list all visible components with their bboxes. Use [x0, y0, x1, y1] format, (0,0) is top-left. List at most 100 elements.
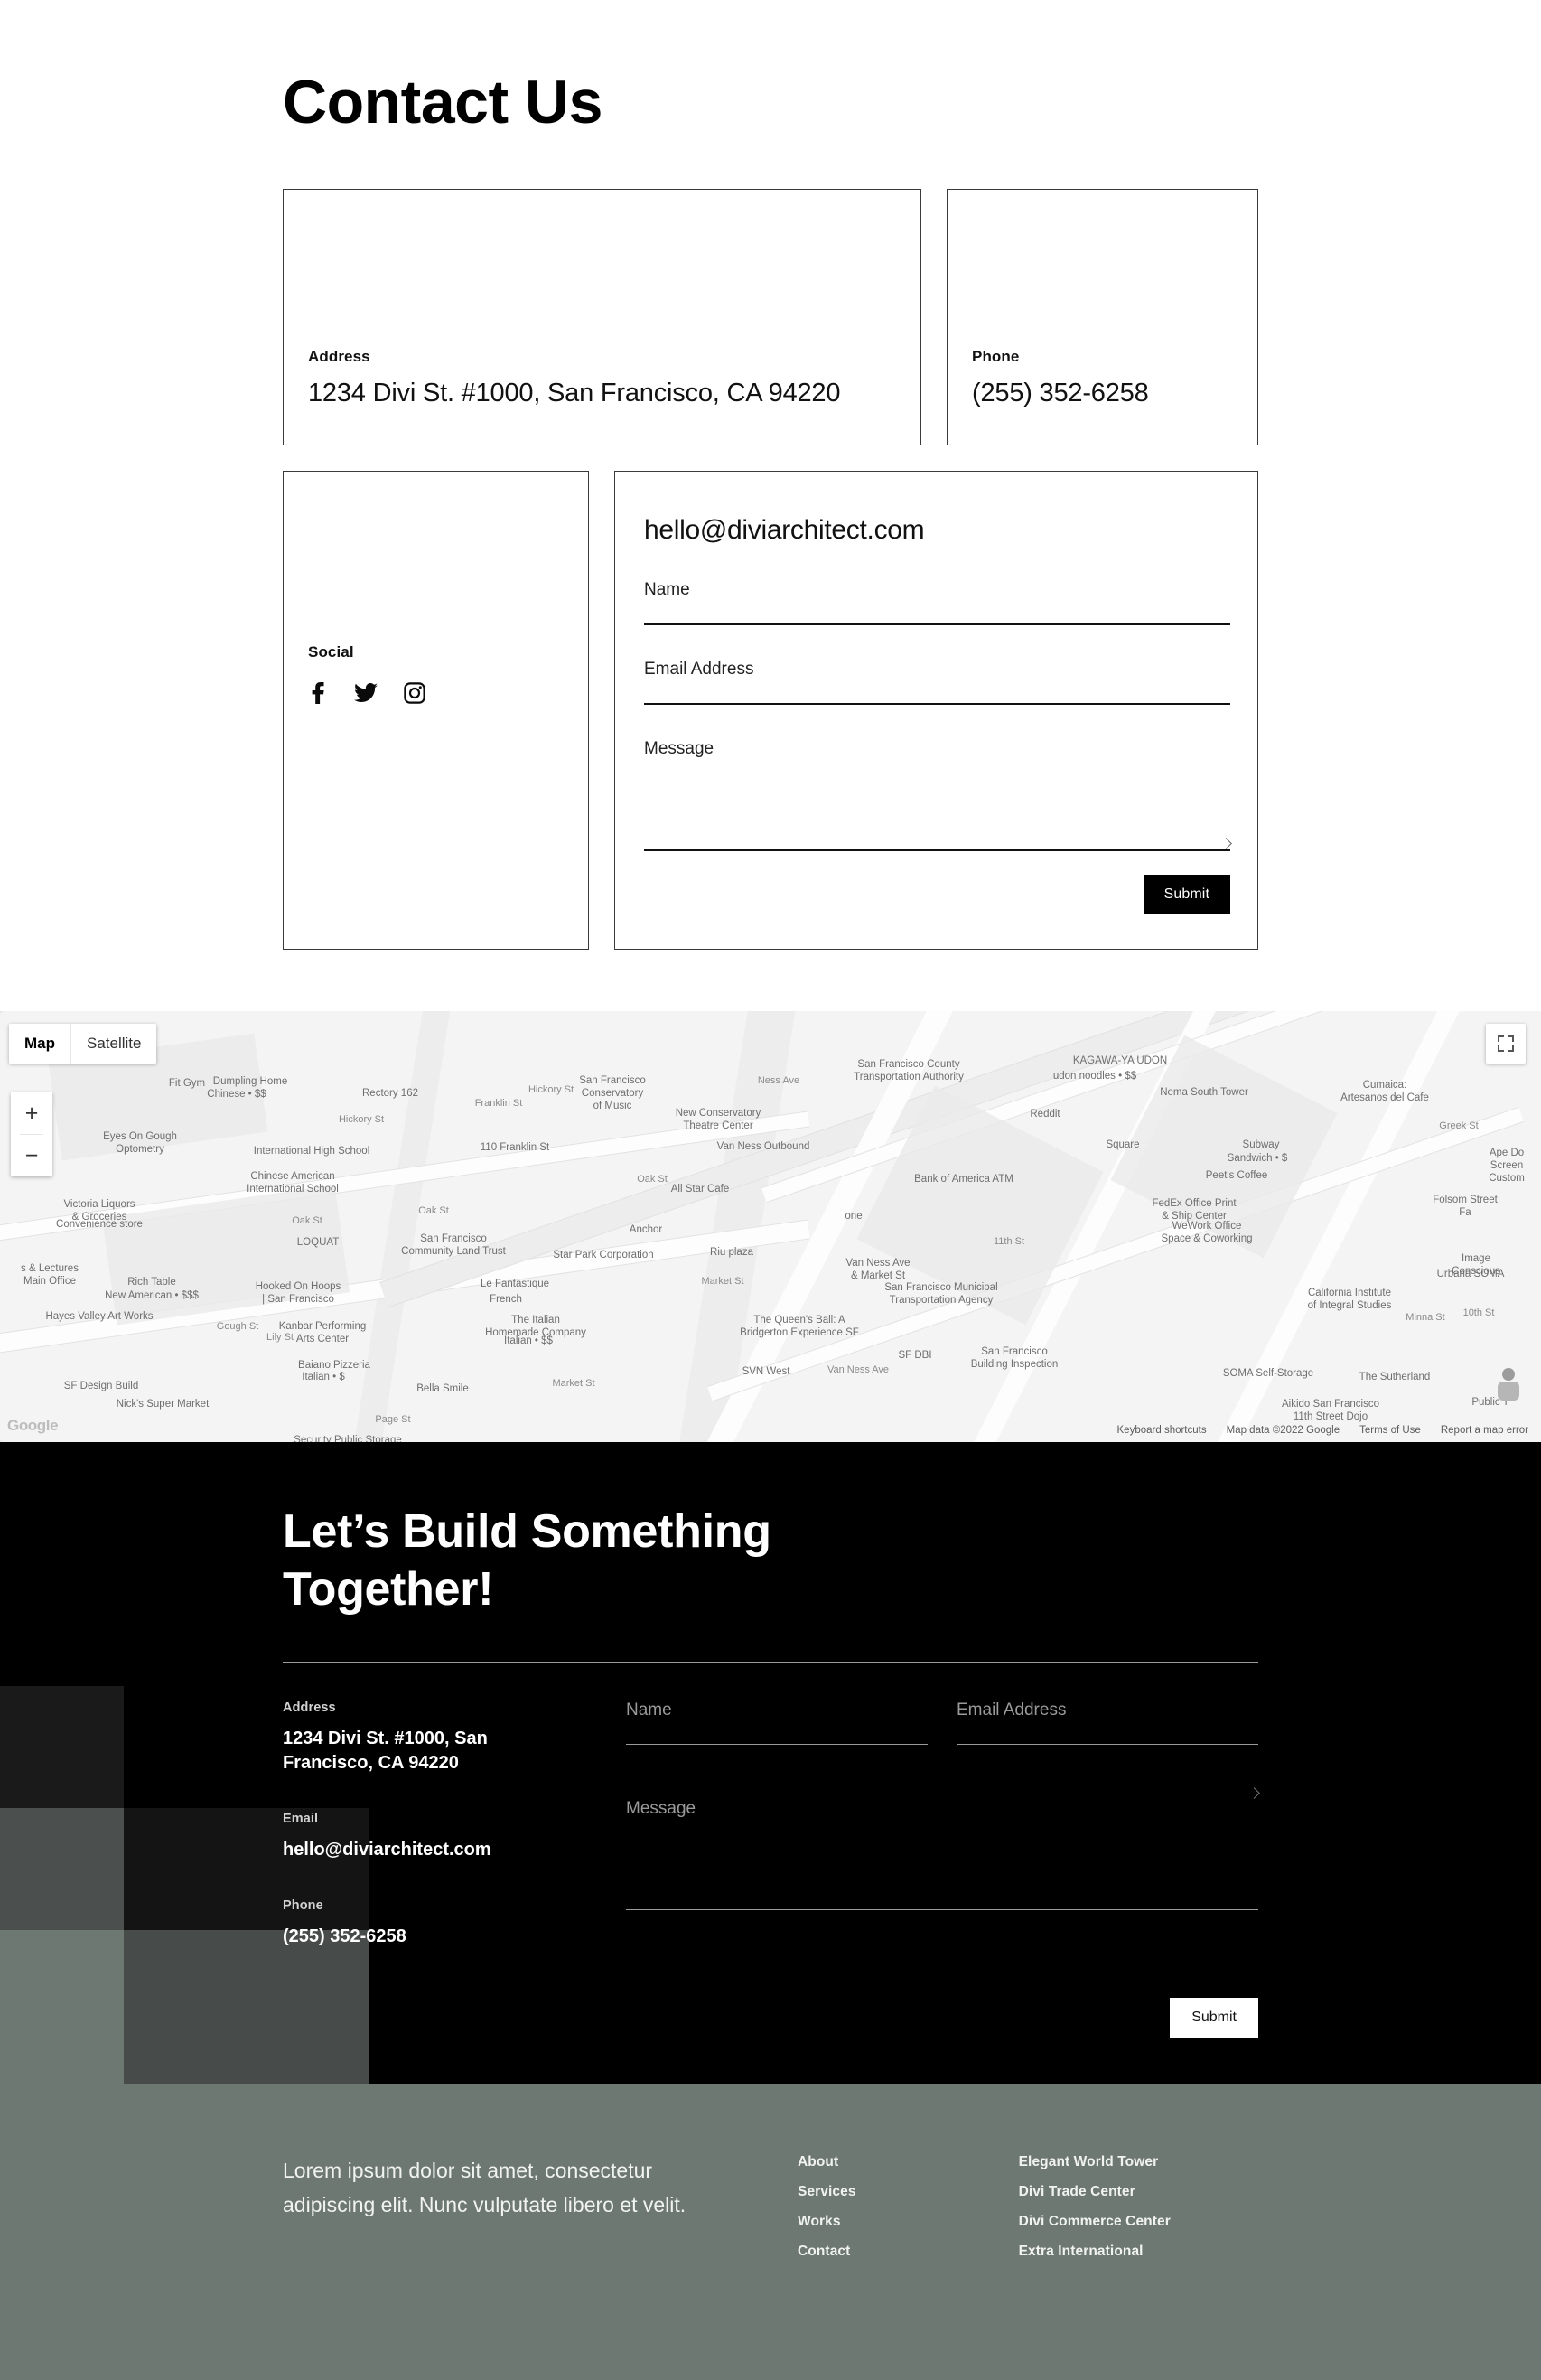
cta-submit-button[interactable]: Submit	[1170, 1998, 1258, 2038]
cta-email-label: Email Address	[957, 1701, 1067, 1720]
phone-card-label: Phone	[972, 348, 1020, 366]
map-label: Franklin St	[474, 1098, 523, 1109]
cta-textarea-resize-handle[interactable]	[1248, 1787, 1260, 1800]
cta-email-label: Email	[283, 1812, 319, 1827]
zoom-in-button[interactable]: +	[11, 1092, 52, 1135]
map-label: SVN West	[742, 1366, 790, 1377]
cta-address-label: Address	[283, 1701, 336, 1716]
map-label: Hickory St	[338, 1114, 385, 1125]
map-label: Square	[1106, 1139, 1140, 1150]
contact-cards-row-2: Social hello@diviarchitect.com Name Emai…	[283, 471, 1258, 951]
terms-of-use-link[interactable]: Terms of Use	[1359, 1425, 1421, 1436]
map-label: Chinese • $$	[207, 1089, 266, 1100]
map-label: California Institute of Integral Studies	[1307, 1288, 1392, 1311]
name-field-group: Name	[644, 580, 1230, 626]
map-label: 110 Franklin St	[480, 1142, 550, 1153]
footer-link-contact[interactable]: Contact	[798, 2244, 856, 2260]
footer-nav-secondary: Elegant World Tower Divi Trade Center Di…	[1019, 2154, 1171, 2273]
message-input[interactable]	[644, 838, 1232, 852]
map-label: Dumpling Home	[212, 1076, 288, 1087]
map-label: Ape Do Screen Custom	[1489, 1148, 1525, 1184]
cta-message-label: Message	[626, 1799, 696, 1819]
map-label: Reddit	[1030, 1109, 1060, 1120]
map-label: udon noodles • $$	[1052, 1071, 1137, 1082]
name-input[interactable]	[644, 623, 1230, 626]
map-label: Sandwich • $	[1227, 1153, 1288, 1164]
footer-link-about[interactable]: About	[798, 2154, 856, 2170]
map-type-map-button[interactable]: Map	[9, 1024, 70, 1064]
map-type-control[interactable]: Map Satellite	[9, 1024, 157, 1064]
map-label: Nick's Super Market	[116, 1399, 210, 1410]
map-label: San Francisco Municipal Transportation A…	[884, 1282, 998, 1306]
map-label: Urbana SOMA	[1436, 1269, 1505, 1279]
map-label: Rectory 162	[361, 1088, 419, 1099]
contact-section: Contact Us Address 1234 Divi St. #1000, …	[0, 0, 1541, 951]
cta-divider	[283, 1662, 1258, 1663]
footer-link-divi-commerce-center[interactable]: Divi Commerce Center	[1019, 2214, 1171, 2230]
map-label: SF DBI	[898, 1350, 932, 1361]
map-label: Bella Smile	[416, 1383, 469, 1394]
map-label: The Sutherland	[1359, 1372, 1431, 1382]
map-label: Peet's Coffee	[1205, 1170, 1268, 1181]
cta-email-input[interactable]	[957, 1744, 1258, 1746]
footer-link-services[interactable]: Services	[798, 2184, 856, 2200]
name-field-label: Name	[644, 580, 690, 600]
instagram-icon[interactable]	[404, 682, 425, 705]
map-label: Oak St	[637, 1174, 668, 1185]
cta-phone-group: Phone (255) 352-6258	[283, 1898, 626, 1949]
email-field-group: Email Address	[644, 660, 1230, 706]
map-label: San Francisco County Transportation Auth…	[854, 1059, 964, 1082]
phone-card: Phone (255) 352-6258	[947, 189, 1258, 446]
google-map[interactable]: Map Satellite + − Google Keyboard shortc…	[0, 1011, 1541, 1443]
report-map-error-link[interactable]: Report a map error	[1441, 1425, 1528, 1436]
zoom-out-button[interactable]: −	[11, 1135, 52, 1177]
textarea-resize-handle[interactable]	[1220, 838, 1232, 850]
message-field-label: Message	[644, 739, 714, 759]
map-label: Convenience store	[56, 1219, 143, 1230]
cta-name-field-group: Name	[626, 1701, 928, 1746]
message-field-group: Message	[644, 739, 1232, 852]
map-label: Greek St	[1439, 1120, 1479, 1131]
footer-link-works[interactable]: Works	[798, 2214, 856, 2230]
map-data-credit: Map data ©2022 Google	[1226, 1425, 1340, 1437]
map-label: Hickory St	[528, 1084, 574, 1095]
site-footer: Lorem ipsum dolor sit amet, consectetur …	[0, 2084, 1541, 2380]
social-card-label: Social	[308, 643, 354, 661]
keyboard-shortcuts-link[interactable]: Keyboard shortcuts	[1117, 1425, 1207, 1436]
social-card: Social	[283, 471, 589, 951]
map-label: Minna St	[1406, 1312, 1445, 1323]
map-attribution: Keyboard shortcuts Map data ©2022 Google…	[0, 1419, 1541, 1442]
map-label: Oak St	[292, 1215, 322, 1226]
footer-link-elegant-world-tower[interactable]: Elegant World Tower	[1019, 2154, 1171, 2170]
map-label: 11th St	[993, 1236, 1025, 1247]
footer-description: Lorem ipsum dolor sit amet, consectetur …	[283, 2159, 686, 2216]
fullscreen-icon[interactable]	[1486, 1024, 1526, 1064]
map-zoom-control[interactable]: + −	[11, 1092, 52, 1177]
map-label: Hooked On Hoops | San Francisco	[255, 1281, 341, 1305]
map-label: Rich Table	[127, 1277, 176, 1288]
map-label: Lily St	[266, 1332, 294, 1343]
facebook-icon[interactable]	[308, 682, 328, 705]
cta-email-value: hello@diviarchitect.com	[283, 1840, 491, 1860]
cta-phone-value: (255) 352-6258	[283, 1926, 406, 1947]
map-label: Fit Gym	[168, 1078, 206, 1089]
map-label: San Francisco Community Land Trust	[401, 1233, 506, 1257]
map-label: Van Ness Ave	[827, 1364, 890, 1375]
twitter-icon[interactable]	[354, 682, 378, 704]
cta-name-input[interactable]	[626, 1744, 928, 1746]
map-label: San Francisco Conservatory of Music	[579, 1075, 646, 1111]
street-view-pegman-icon[interactable]	[1494, 1368, 1523, 1408]
email-input[interactable]	[644, 703, 1230, 706]
map-label: Riu plaza	[710, 1247, 753, 1258]
map-label: Baiano Pizzeria	[298, 1360, 370, 1371]
footer-link-extra-international[interactable]: Extra International	[1019, 2244, 1171, 2260]
map-type-satellite-button[interactable]: Satellite	[70, 1024, 157, 1064]
cta-email-group: Email hello@diviarchitect.com	[283, 1812, 626, 1862]
cta-section: Let’s Build Something Together! Address …	[0, 1442, 1541, 2085]
submit-button[interactable]: Submit	[1143, 875, 1230, 915]
cta-message-input[interactable]	[626, 1787, 1260, 1911]
map-label: French	[490, 1294, 522, 1305]
map-label: s & Lectures Main Office	[21, 1263, 79, 1287]
footer-link-divi-trade-center[interactable]: Divi Trade Center	[1019, 2184, 1171, 2200]
map-label: LOQUAT	[296, 1237, 340, 1248]
